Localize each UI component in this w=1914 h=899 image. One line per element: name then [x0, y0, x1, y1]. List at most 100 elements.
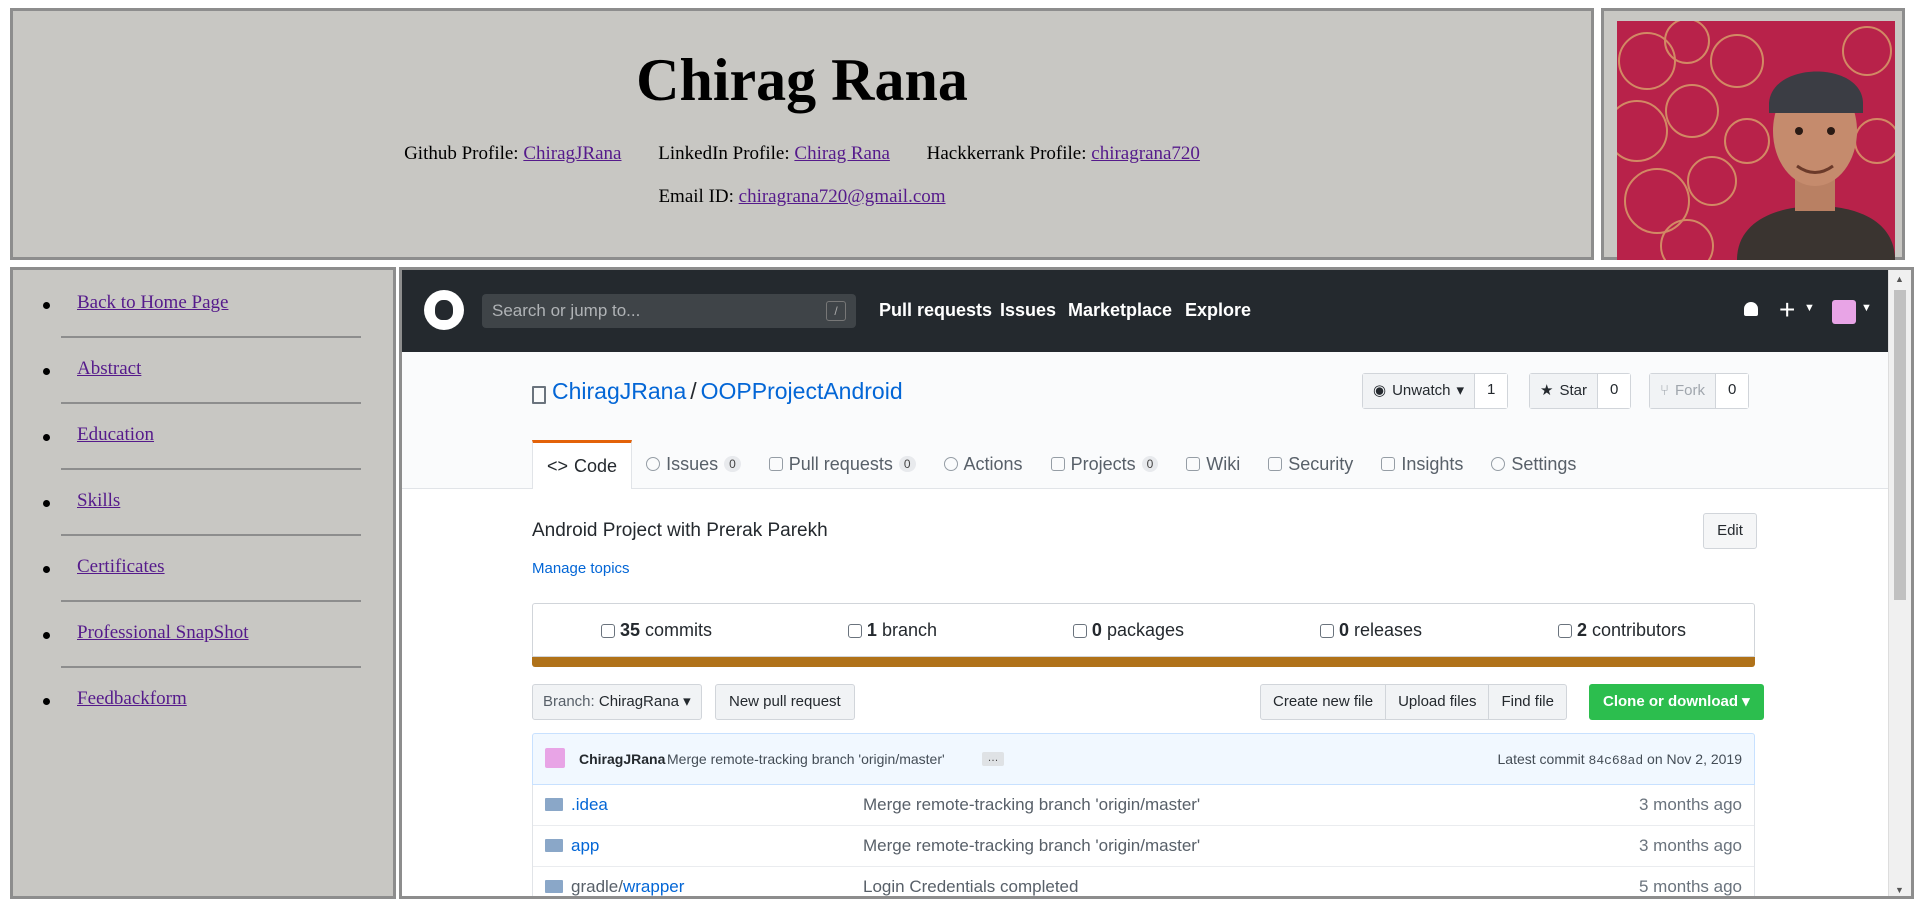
file-commit-message[interactable]: Merge remote-tracking branch 'origin/mas… [863, 836, 1200, 856]
file-row: gradle/wrapper Login Credentials complet… [533, 867, 1754, 896]
search-input[interactable]: Search or jump to... / [482, 294, 856, 328]
packages-count: 0 [1091, 619, 1102, 640]
tab-pull-requests-label: Pull requests [788, 453, 893, 474]
edit-button[interactable]: Edit [1703, 513, 1757, 549]
language-bar[interactable] [532, 657, 1755, 667]
tab-wiki[interactable]: Wiki [1172, 440, 1254, 488]
tab-insights[interactable]: Insights [1367, 440, 1477, 488]
create-new-file-button[interactable]: Create new file [1261, 685, 1387, 719]
chevron-down-icon: ▾ [1456, 382, 1464, 399]
hackerrank-profile-link[interactable]: chiragrana720 [1091, 143, 1200, 164]
stat-packages[interactable]: 0 packages [1072, 619, 1185, 641]
clone-or-download-button[interactable]: Clone or download ▾ [1589, 684, 1764, 720]
repo-title: ChiragJRana / OOPProjectAndroid [552, 378, 903, 405]
avatar[interactable] [1832, 300, 1856, 324]
repo-name-link[interactable]: OOPProjectAndroid [701, 378, 903, 404]
github-label: Github Profile: [404, 143, 519, 164]
star-count[interactable]: 0 [1597, 374, 1631, 408]
commit-author-link[interactable]: ChiragJRana [579, 751, 665, 767]
sidebar-link-abstract[interactable]: Abstract [77, 358, 141, 380]
unwatch-button[interactable]: ◉ Unwatch ▾ [1363, 374, 1475, 408]
tab-pull-requests[interactable]: Pull requests 0 [755, 440, 930, 488]
sidebar-item-home: Back to Home Page [43, 286, 361, 338]
github-logo-icon[interactable] [424, 290, 464, 330]
sidebar-item-snapshot: Professional SnapShot [43, 616, 361, 668]
tab-actions[interactable]: Actions [930, 440, 1037, 488]
scroll-up-icon[interactable]: ▲ [1895, 274, 1904, 284]
tab-projects[interactable]: Projects 0 [1037, 440, 1173, 488]
latest-commit-bar: ChiragJRana Merge remote-tracking branch… [532, 733, 1755, 785]
sidebar-frame: Back to Home Page Abstract Education Ski… [10, 267, 396, 899]
scroll-thumb[interactable] [1894, 290, 1906, 600]
sidebar-item-certificates: Certificates [43, 550, 361, 602]
file-name-link[interactable]: app [571, 836, 599, 856]
gear-icon [1491, 457, 1506, 471]
nav-marketplace[interactable]: Marketplace [1068, 300, 1172, 321]
sidebar-link-skills[interactable]: Skills [77, 490, 120, 512]
sidebar-nav: Back to Home Page Abstract Education Ski… [43, 286, 396, 746]
latest-commit-info: Latest commit 84c68ad on Nov 2, 2019 [1498, 751, 1743, 768]
tab-code[interactable]: <> Code [532, 440, 633, 489]
code-icon: <> [547, 455, 569, 476]
sidebar-link-education[interactable]: Education [77, 424, 154, 446]
tab-settings-label: Settings [1511, 453, 1577, 474]
stat-contributors[interactable]: 2 contributors [1557, 620, 1686, 641]
branch-count: 1 [866, 619, 877, 640]
nav-issues[interactable]: Issues [1000, 300, 1056, 321]
star-button[interactable]: ★ Star [1530, 374, 1598, 408]
commit-sha-link[interactable]: 84c68ad [1589, 753, 1644, 768]
fork-button[interactable]: ⑂ Fork [1650, 374, 1717, 408]
fork-button-group: ⑂ Fork 0 [1649, 373, 1750, 409]
find-file-button[interactable]: Find file [1489, 685, 1566, 719]
email-link[interactable]: chiragrana720@gmail.com [739, 186, 946, 207]
repo-stats: 35 commits 1 branch 0 packages 0 release… [532, 603, 1755, 657]
file-name: .idea [571, 795, 608, 814]
expand-commit-button[interactable]: … [982, 752, 1004, 766]
manage-topics-link[interactable]: Manage topics [532, 560, 630, 577]
linkedin-profile-link[interactable]: Chirag Rana [794, 143, 890, 164]
sidebar-link-feedback[interactable]: Feedbackform [77, 688, 187, 710]
tab-security[interactable]: Security [1254, 440, 1367, 488]
watch-button-group: ◉ Unwatch ▾ 1 [1362, 373, 1509, 409]
tab-settings[interactable]: Settings [1477, 440, 1590, 488]
book-icon [1186, 457, 1201, 471]
stat-releases[interactable]: 0 releases [1319, 619, 1423, 641]
nav-pull-requests[interactable]: Pull requests [879, 300, 992, 321]
nav-explore[interactable]: Explore [1185, 300, 1251, 321]
sidebar-link-snapshot[interactable]: Professional SnapShot [77, 622, 249, 644]
repo-tabs: <> Code Issues 0 Pull requests 0 Actions Pr… [532, 440, 1590, 489]
upload-files-button[interactable]: Upload files [1386, 685, 1490, 719]
tab-pull-requests-badge: 0 [898, 456, 916, 472]
stat-commits[interactable]: 35 commits [600, 620, 712, 641]
stat-branch[interactable]: 1 branch [847, 619, 937, 641]
search-placeholder: Search or jump to... [492, 301, 641, 320]
sidebar-link-certificates[interactable]: Certificates [77, 556, 165, 578]
sidebar-item-abstract: Abstract [43, 352, 361, 404]
plus-icon[interactable]: + [1779, 294, 1795, 326]
tab-issues[interactable]: Issues 0 [632, 440, 755, 488]
fork-count[interactable]: 0 [1716, 374, 1749, 408]
pull-request-icon [768, 457, 783, 471]
github-navbar: Search or jump to... / Pull requests Iss… [402, 270, 1892, 352]
sidebar-link-home[interactable]: Back to Home Page [77, 292, 228, 314]
file-name-link[interactable]: .idea [571, 795, 608, 815]
linkedin-label: LinkedIn Profile: [658, 143, 790, 164]
releases-label: releases [1353, 619, 1423, 640]
branch-select[interactable]: Branch: ChiragRana ▾ [532, 684, 702, 720]
avatar[interactable] [545, 748, 565, 768]
scroll-down-icon[interactable]: ▼ [1895, 885, 1904, 895]
file-name-link[interactable]: gradle/wrapper [571, 877, 684, 896]
github-profile-link[interactable]: ChiragJRana [523, 143, 621, 164]
packages-label: packages [1106, 619, 1185, 640]
watch-count[interactable]: 1 [1474, 374, 1508, 408]
repo-owner-link[interactable]: ChiragJRana [552, 378, 686, 404]
new-pull-request-button[interactable]: New pull request [715, 684, 855, 720]
commit-message[interactable]: Merge remote-tracking branch 'origin/mas… [667, 751, 945, 767]
unwatch-label: Unwatch [1392, 382, 1451, 399]
file-commit-message[interactable]: Login Credentials completed [863, 877, 1078, 896]
bell-icon[interactable] [1744, 302, 1758, 316]
fork-label: Fork [1675, 382, 1706, 399]
file-commit-message[interactable]: Merge remote-tracking branch 'origin/mas… [863, 795, 1200, 815]
scrollbar[interactable]: ▲ ▼ [1888, 270, 1911, 896]
issue-icon [646, 457, 661, 471]
